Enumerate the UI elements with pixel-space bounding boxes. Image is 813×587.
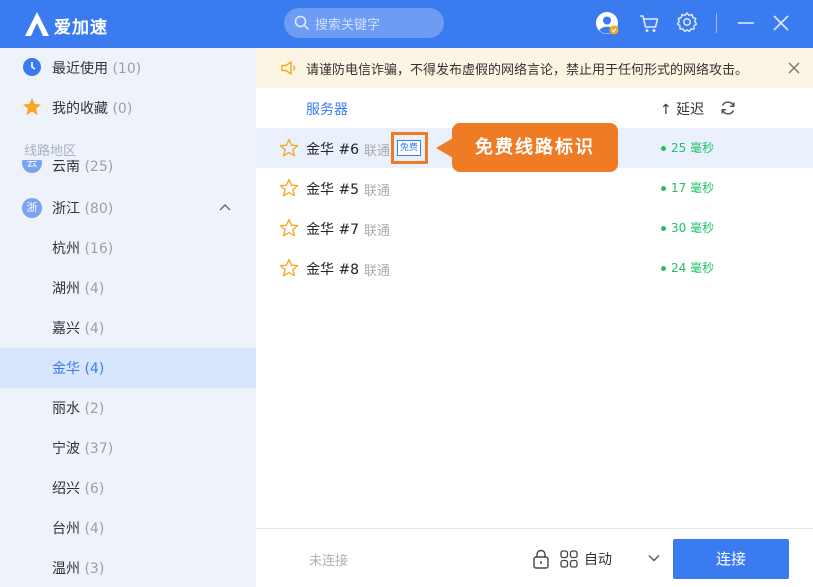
server-isp: 联通 <box>364 144 391 159</box>
server-row[interactable]: 金华 #7 联通 30 毫秒 <box>256 208 813 248</box>
speaker-icon <box>281 61 296 75</box>
lock-icon[interactable] <box>532 549 550 569</box>
sidebar-item-recent[interactable]: 最近使用 (10) <box>0 48 256 88</box>
sidebar-city-item[interactable]: 台州 (4) <box>0 508 256 548</box>
province-badge: 浙 <box>22 198 42 218</box>
province-badge: 云 <box>22 160 42 173</box>
city-label: 金华 <box>52 361 80 377</box>
app-name: 爱加速 <box>54 18 108 38</box>
search-placeholder: 搜索关键字 <box>315 18 381 33</box>
latency-dot <box>661 226 666 231</box>
star-outline-icon[interactable] <box>279 138 299 158</box>
city-count: (4) <box>84 281 105 297</box>
sidebar-section-title: 线路地区 <box>24 144 77 159</box>
bottom-bar: 未连接 自动 连接 <box>256 528 813 587</box>
city-label: 宁波 <box>52 441 80 457</box>
star-filled-icon <box>23 98 41 115</box>
sidebar-item-zhejiang[interactable]: 浙 浙江 (80) <box>0 188 256 228</box>
server-latency: 25 毫秒 <box>671 141 715 155</box>
free-line-callout: 免费线路标识 <box>452 123 618 172</box>
server-row[interactable]: 金华 #5 联通 17 毫秒 <box>256 168 813 208</box>
city-count: (4) <box>84 321 105 337</box>
server-row[interactable]: 金华 #8 联通 24 毫秒 <box>256 248 813 288</box>
sidebar-recent-label: 最近使用 <box>52 61 108 77</box>
server-latency: 24 毫秒 <box>671 261 715 275</box>
sidebar-city-item[interactable]: 杭州 (16) <box>0 228 256 268</box>
city-label: 嘉兴 <box>52 321 80 337</box>
star-outline-icon[interactable] <box>279 178 299 198</box>
star-outline-icon[interactable] <box>279 258 299 278</box>
free-tag: 免费 <box>397 140 422 156</box>
server-isp: 联通 <box>364 184 391 199</box>
sidebar-favorites-label: 我的收藏 <box>52 101 108 117</box>
cart-icon[interactable] <box>638 12 660 34</box>
close-notice-icon[interactable] <box>787 61 801 75</box>
callout-arrow <box>436 138 453 158</box>
latency-dot <box>661 266 666 271</box>
city-label: 丽水 <box>52 401 80 417</box>
city-count: (16) <box>84 241 114 257</box>
server-name: 金华 #6 <box>306 142 360 158</box>
gear-icon[interactable] <box>676 11 698 33</box>
column-header-server[interactable]: 服务器 <box>306 99 348 119</box>
city-label: 台州 <box>52 521 80 537</box>
city-count: (2) <box>84 401 105 417</box>
city-count: (37) <box>84 441 114 457</box>
minimize-icon[interactable] <box>737 12 755 34</box>
notice-bar: 请谨防电信诈骗，不得发布虚假的网络言论，禁止用于任何形式的网络攻击。 <box>256 48 813 88</box>
server-name: 金华 #8 <box>306 262 360 278</box>
city-count: (6) <box>84 481 105 497</box>
connection-status: 未连接 <box>309 554 349 569</box>
sidebar-city-item[interactable]: 湖州 (4) <box>0 268 256 308</box>
province-count: (80) <box>84 201 114 217</box>
close-icon[interactable] <box>771 12 791 34</box>
city-label: 杭州 <box>52 241 80 257</box>
server-latency: 30 毫秒 <box>671 221 715 235</box>
city-count: (4) <box>84 361 105 377</box>
city-label: 湖州 <box>52 281 80 297</box>
search-icon <box>294 15 310 31</box>
sidebar-city-item[interactable]: 嘉兴 (4) <box>0 308 256 348</box>
column-header-latency[interactable]: ↑ 延迟 <box>660 99 704 119</box>
grid-mode-icon <box>560 550 578 568</box>
clock-icon <box>23 58 41 76</box>
province-label: 云南 <box>52 160 80 175</box>
titlebar-divider <box>716 13 717 33</box>
sidebar-city-item-active[interactable]: 金华 (4) <box>0 348 256 388</box>
latency-dot <box>661 146 666 151</box>
sidebar-item-favorites[interactable]: 我的收藏 (0) <box>0 88 256 128</box>
city-count: (3) <box>84 561 105 577</box>
city-label: 绍兴 <box>52 481 80 497</box>
user-avatar-icon[interactable] <box>595 11 619 35</box>
sidebar-city-item[interactable]: 丽水 (2) <box>0 388 256 428</box>
title-bar: 爱加速 搜索关键字 <box>0 0 813 48</box>
sidebar-city-item[interactable]: 温州 (3) <box>0 548 256 587</box>
city-label: 温州 <box>52 561 80 577</box>
chevron-down-icon[interactable] <box>648 554 660 562</box>
sidebar-city-item[interactable]: 宁波 (37) <box>0 428 256 468</box>
city-count: (4) <box>84 521 105 537</box>
refresh-icon[interactable] <box>719 99 737 117</box>
sidebar-city-item[interactable]: 绍兴 (6) <box>0 468 256 508</box>
server-latency: 17 毫秒 <box>671 181 715 195</box>
mode-select[interactable]: 自动 <box>584 549 612 569</box>
sidebar-favorites-count: (0) <box>112 101 133 117</box>
notice-text: 请谨防电信诈骗，不得发布虚假的网络言论，禁止用于任何形式的网络攻击。 <box>306 63 749 78</box>
sidebar-item-yunnan[interactable]: 云 云南 (25) <box>0 160 256 176</box>
app-logo-icon <box>25 12 49 36</box>
sidebar: 最近使用 (10) 我的收藏 (0) 线路地区 云 云南 (25) 浙 浙江 (… <box>0 48 256 587</box>
server-name: 金华 #7 <box>306 222 360 238</box>
server-name: 金华 #5 <box>306 182 360 198</box>
server-isp: 联通 <box>364 224 391 239</box>
province-count: (25) <box>84 160 114 175</box>
star-outline-icon[interactable] <box>279 218 299 238</box>
sidebar-recent-count: (10) <box>112 61 142 77</box>
connect-button[interactable]: 连接 <box>673 539 789 579</box>
latency-dot <box>661 186 666 191</box>
province-label: 浙江 <box>52 201 80 217</box>
chevron-up-icon[interactable] <box>218 202 232 212</box>
search-input[interactable]: 搜索关键字 <box>284 8 444 38</box>
server-isp: 联通 <box>364 264 391 279</box>
